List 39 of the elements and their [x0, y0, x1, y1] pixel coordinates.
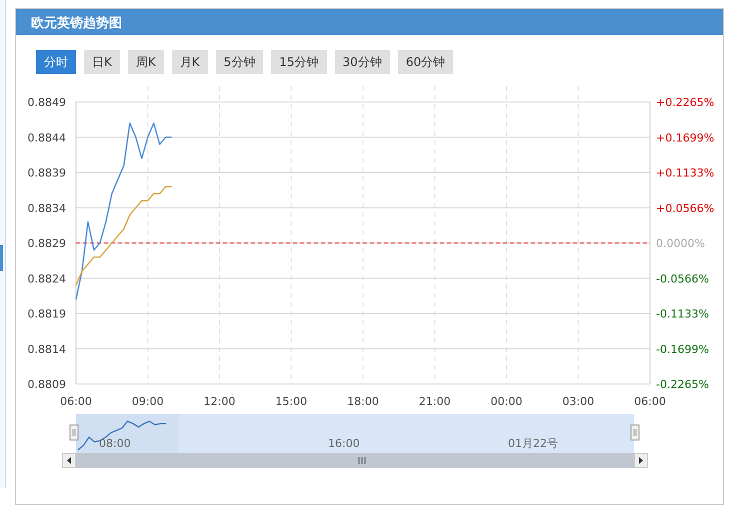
navigator-label: 01月22号: [508, 437, 558, 450]
y-axis-label: 0.8834: [28, 202, 66, 215]
navigator-label: 16:00: [328, 437, 360, 450]
x-axis-label: 09:00: [132, 395, 164, 408]
y-axis-label: 0.8819: [28, 308, 66, 320]
percent-label: +0.1699%: [656, 131, 714, 144]
x-axis-label: 21:00: [418, 395, 451, 408]
percent-label: +0.2265%: [656, 96, 714, 109]
y-axis-label: 0.8844: [28, 131, 66, 144]
period-tab[interactable]: 日K: [84, 50, 120, 74]
x-axis-label: 06:00: [634, 395, 666, 408]
x-axis-label: 00:00: [490, 395, 522, 408]
x-axis-label: 18:00: [347, 395, 379, 408]
percent-label: 0.0000%: [656, 237, 705, 250]
period-tab[interactable]: 周K: [128, 50, 164, 74]
y-axis-label: 0.8814: [28, 342, 66, 356]
period-tab[interactable]: 15分钟: [271, 50, 327, 74]
period-tab[interactable]: 分时: [36, 50, 76, 74]
percent-label: -0.0566%: [656, 272, 709, 286]
y-axis-label: 0.8809: [28, 378, 66, 391]
panel-title: 欧元英镑趋势图: [16, 9, 723, 35]
x-axis-label: 15:00: [275, 395, 308, 408]
y-axis-label: 0.8824: [28, 272, 66, 286]
y-axis-label: 0.8839: [28, 166, 66, 180]
period-tab[interactable]: 60分钟: [398, 50, 454, 74]
navigator-label: 08:00: [99, 437, 131, 450]
percent-label: -0.1699%: [656, 342, 709, 356]
percent-label: -0.1133%: [656, 308, 709, 320]
x-axis-label: 03:00: [562, 395, 594, 408]
period-tab[interactable]: 月K: [172, 50, 208, 74]
period-tab[interactable]: 5分钟: [216, 50, 264, 74]
x-axis-label: 06:00: [60, 395, 92, 408]
percent-label: -0.2265%: [656, 378, 709, 391]
percent-label: +0.1133%: [656, 166, 714, 180]
period-tab[interactable]: 30分钟: [334, 50, 390, 74]
percent-label: +0.0566%: [656, 202, 714, 215]
y-axis-label: 0.8829: [28, 237, 66, 250]
x-axis-label: 12:00: [204, 395, 236, 408]
y-axis-label: 0.8849: [28, 96, 66, 109]
